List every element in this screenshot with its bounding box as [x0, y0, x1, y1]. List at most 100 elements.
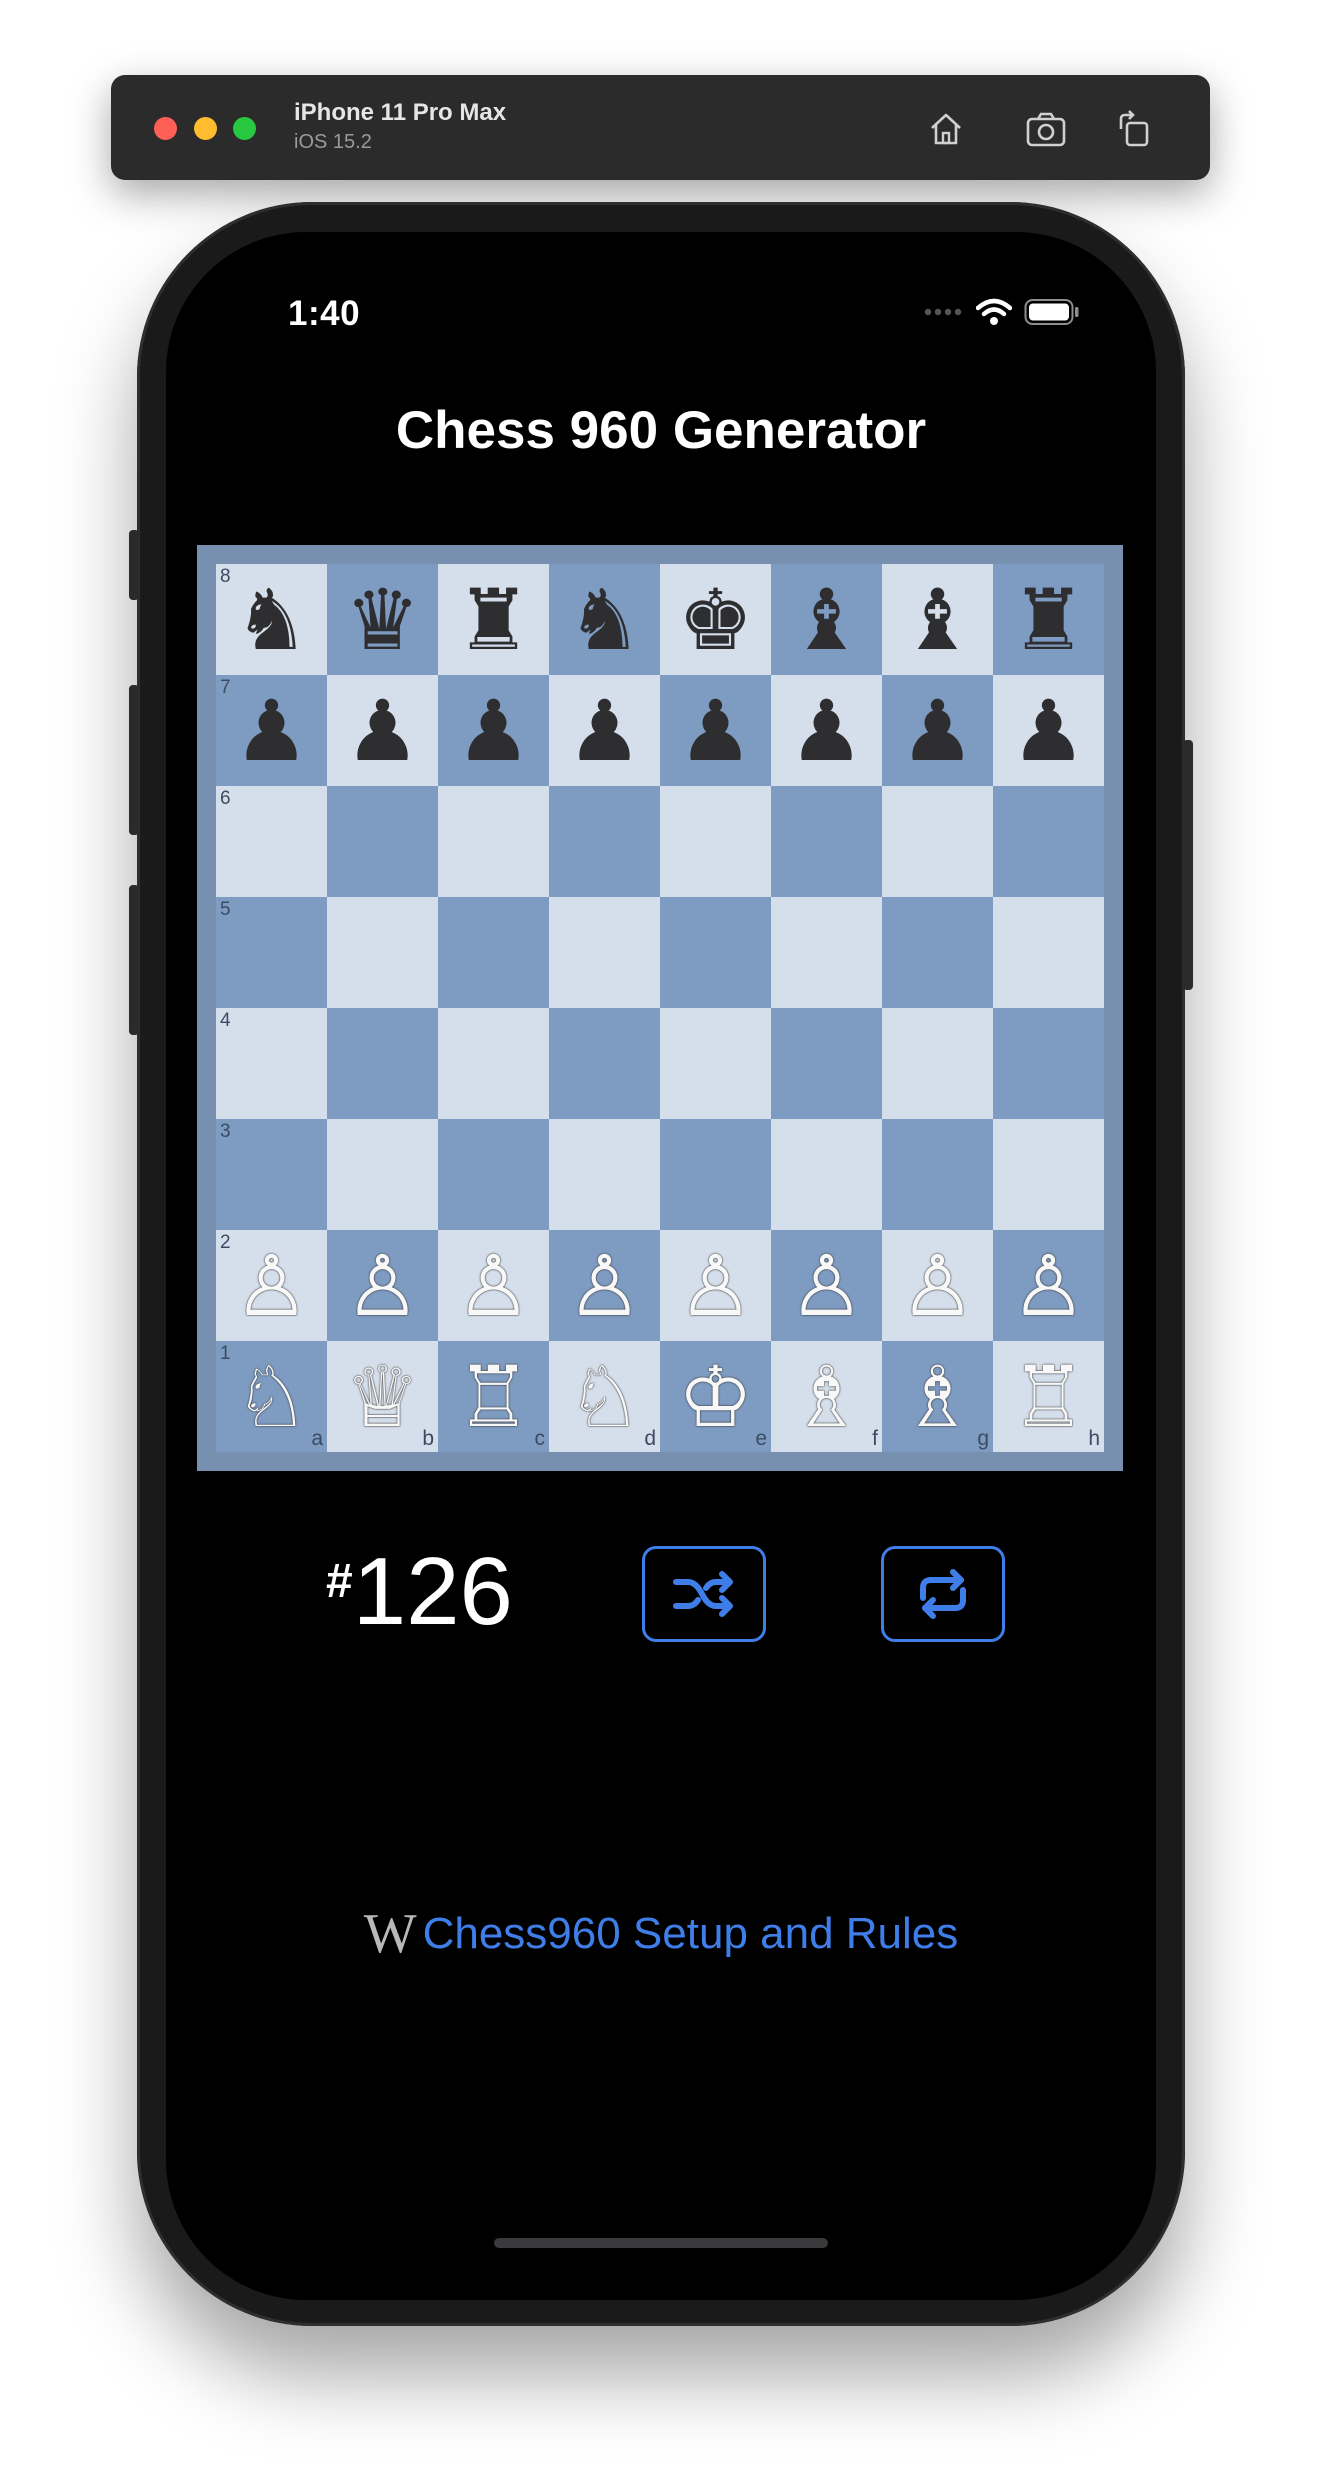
board-square-e8: ♚ [660, 564, 771, 675]
board-square-c1: c ♖ [438, 1341, 549, 1452]
white-knight-icon: ♘ [566, 1347, 643, 1446]
rank-label: 3 [220, 1121, 231, 1142]
board-square-c6 [438, 786, 549, 897]
battery-icon [1024, 299, 1079, 325]
board-square-e7: ♟ [660, 675, 771, 786]
wikipedia-link-text[interactable]: Chess960 Setup and Rules [423, 1909, 959, 1959]
board-square-e6 [660, 786, 771, 897]
black-pawn-icon: ♟ [566, 681, 643, 780]
wikipedia-logo-icon: W [363, 1903, 417, 1965]
home-button[interactable] [922, 105, 970, 153]
black-queen-icon: ♛ [344, 570, 421, 669]
board-square-d1: d ♘ [549, 1341, 660, 1452]
board-square-a4: 4 [216, 1008, 327, 1119]
board-square-h5 [993, 897, 1104, 1008]
white-rook-icon: ♖ [1010, 1347, 1087, 1446]
screenshot-button[interactable] [1022, 105, 1070, 153]
white-pawn-icon: ♙ [566, 1236, 643, 1335]
signal-dots-icon [924, 308, 962, 316]
board-square-d4 [549, 1008, 660, 1119]
board-square-c7: ♟ [438, 675, 549, 786]
camera-icon [1026, 112, 1066, 147]
black-bishop-icon: ♝ [788, 570, 865, 669]
black-rook-icon: ♜ [455, 570, 532, 669]
chess-board-frame: 8 ♞ ♛ ♜ ♞ ♚ ♝ ♝ ♜ 7 ♟ ♟ ♟ ♟ ♟ ♟ ♟ ♟ 6 5 4 3 2 ♙ ♙ ♙ ♙ ♙ ♙ ♙ ♙ 1 a ♘ b ♕ c ♖ d ♘… [197, 545, 1123, 1471]
board-square-b1: b ♕ [327, 1341, 438, 1452]
board-square-e1: e ♔ [660, 1341, 771, 1452]
black-pawn-icon: ♟ [233, 681, 310, 780]
white-pawn-icon: ♙ [899, 1236, 976, 1335]
device-name: iPhone 11 Pro Max [294, 99, 507, 126]
board-square-e4 [660, 1008, 771, 1119]
board-square-d5 [549, 897, 660, 1008]
board-square-a5: 5 [216, 897, 327, 1008]
rotate-button[interactable] [1111, 105, 1159, 153]
board-square-g3 [882, 1119, 993, 1230]
position-number: # 126 [326, 1544, 513, 1640]
position-number-value: 126 [352, 1538, 513, 1645]
board-square-b4 [327, 1008, 438, 1119]
board-square-h8: ♜ [993, 564, 1104, 675]
board-square-g5 [882, 897, 993, 1008]
black-pawn-icon: ♟ [344, 681, 421, 780]
board-square-g2: ♙ [882, 1230, 993, 1341]
board-square-b7: ♟ [327, 675, 438, 786]
board-square-b3 [327, 1119, 438, 1230]
board-square-d6 [549, 786, 660, 897]
close-window-button[interactable] [154, 117, 177, 140]
black-bishop-icon: ♝ [899, 570, 976, 669]
board-square-f5 [771, 897, 882, 1008]
simulator-toolbar: iPhone 11 Pro Max iOS 15.2 [111, 75, 1210, 180]
home-icon [931, 113, 961, 145]
shuffle-button[interactable] [642, 1546, 766, 1642]
repeat-button[interactable] [881, 1546, 1005, 1642]
white-pawn-icon: ♙ [455, 1236, 532, 1335]
wikipedia-link[interactable]: W Chess960 Setup and Rules [166, 1902, 1156, 1966]
rotate-icon [1119, 110, 1149, 147]
board-square-c2: ♙ [438, 1230, 549, 1341]
board-square-g8: ♝ [882, 564, 993, 675]
wifi-icon [976, 298, 1012, 325]
chess-board: 8 ♞ ♛ ♜ ♞ ♚ ♝ ♝ ♜ 7 ♟ ♟ ♟ ♟ ♟ ♟ ♟ ♟ 6 5 4 3 2 ♙ ♙ ♙ ♙ ♙ ♙ ♙ ♙ 1 a ♘ b ♕ c ♖ d ♘… [216, 564, 1104, 1452]
black-knight-icon: ♞ [566, 570, 643, 669]
white-pawn-icon: ♙ [344, 1236, 421, 1335]
black-pawn-icon: ♟ [788, 681, 865, 780]
board-square-f8: ♝ [771, 564, 882, 675]
board-square-g7: ♟ [882, 675, 993, 786]
black-pawn-icon: ♟ [1010, 681, 1087, 780]
minimize-window-button[interactable] [194, 117, 217, 140]
app-title: Chess 960 Generator [395, 401, 927, 460]
rank-label: 6 [220, 788, 231, 809]
board-square-a7: 7 ♟ [216, 675, 327, 786]
rank-label: 4 [220, 1010, 231, 1031]
board-square-e3 [660, 1119, 771, 1230]
black-pawn-icon: ♟ [677, 681, 754, 780]
board-square-d7: ♟ [549, 675, 660, 786]
board-square-c5 [438, 897, 549, 1008]
board-square-e5 [660, 897, 771, 1008]
zoom-window-button[interactable] [233, 117, 256, 140]
white-pawn-icon: ♙ [1010, 1236, 1087, 1335]
board-square-a8: 8 ♞ [216, 564, 327, 675]
board-square-f2: ♙ [771, 1230, 882, 1341]
board-square-f1: f ♗ [771, 1341, 882, 1452]
board-square-f4 [771, 1008, 882, 1119]
white-queen-icon: ♕ [344, 1347, 421, 1446]
black-rook-icon: ♜ [1010, 570, 1087, 669]
volume-down-button [129, 885, 139, 1035]
board-square-h2: ♙ [993, 1230, 1104, 1341]
silent-switch [129, 530, 139, 600]
board-square-f3 [771, 1119, 882, 1230]
white-pawn-icon: ♙ [788, 1236, 865, 1335]
board-square-g1: g ♗ [882, 1341, 993, 1452]
board-square-g6 [882, 786, 993, 897]
white-bishop-icon: ♗ [788, 1347, 865, 1446]
board-square-d2: ♙ [549, 1230, 660, 1341]
os-version: iOS 15.2 [294, 131, 372, 153]
home-indicator[interactable] [494, 2238, 828, 2248]
white-pawn-icon: ♙ [233, 1236, 310, 1335]
white-knight-icon: ♘ [233, 1347, 310, 1446]
shuffle-icon [673, 1571, 733, 1617]
board-square-b6 [327, 786, 438, 897]
status-icons [924, 298, 1080, 326]
